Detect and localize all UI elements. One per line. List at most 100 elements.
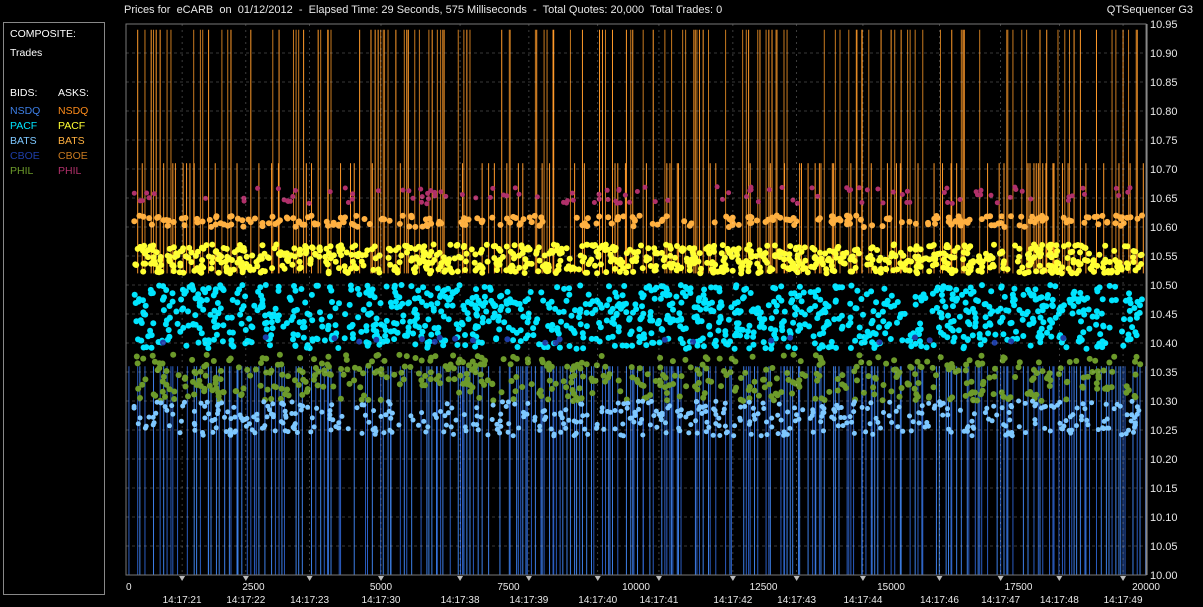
bid-pacf-marker: [939, 292, 945, 298]
ask-bats-marker: [983, 213, 990, 220]
bid-bats-marker: [615, 400, 621, 406]
bid-bats-marker: [327, 416, 333, 422]
bid-pacf-marker: [262, 320, 268, 327]
ask-pacf-marker: [440, 254, 447, 261]
bid-phil-marker: [766, 381, 773, 388]
ask-pacf-marker: [1124, 243, 1131, 250]
bid-pacf-marker: [832, 297, 839, 304]
ask-pacf-marker: [1114, 269, 1121, 276]
ask-pacf-marker: [1130, 259, 1137, 265]
ask-phil-marker: [665, 197, 671, 203]
bid-pacf-marker: [290, 336, 296, 343]
bid-phil-marker: [826, 388, 833, 395]
bid-phil-marker: [1094, 385, 1101, 392]
bid-pacf-marker: [387, 328, 394, 335]
bid-pacf-marker: [838, 325, 845, 332]
ask-pacf-marker: [638, 242, 644, 249]
bid-pacf-marker: [988, 288, 995, 295]
bid-pacf-marker: [780, 335, 787, 342]
ask-bats-marker: [526, 214, 533, 221]
bid-pacf-marker: [434, 285, 441, 292]
bid-bats-marker: [498, 423, 504, 429]
bid-phil-marker: [560, 378, 567, 385]
bid-bats-marker: [618, 408, 624, 414]
ask-pacf-marker: [437, 263, 444, 270]
bid-bats-marker: [1131, 429, 1136, 435]
bid-bats-marker: [1032, 403, 1038, 409]
bid-bats-marker: [463, 428, 469, 434]
bid-phil-marker: [880, 382, 887, 388]
bid-pacf-marker: [137, 317, 144, 324]
bid-bats-marker: [485, 432, 491, 438]
bid-bats-marker: [537, 423, 543, 429]
ask-pacf-marker: [516, 264, 523, 271]
bid-pacf-marker: [160, 283, 167, 290]
ask-pacf-marker: [535, 244, 542, 251]
ask-phil-marker: [634, 189, 640, 194]
time-marker: [1056, 576, 1063, 581]
bid-pacf-marker: [982, 301, 989, 307]
bid-cboe-marker: [331, 335, 338, 342]
ask-pacf-marker: [212, 248, 219, 255]
bid-pacf-marker: [336, 300, 342, 307]
bid-pacf-marker: [875, 312, 882, 319]
bid-phil-marker: [617, 388, 624, 395]
bid-pacf-marker: [868, 288, 875, 295]
ask-pacf-marker: [823, 270, 830, 277]
bid-bats-marker: [448, 424, 454, 430]
bid-bats-marker: [601, 426, 607, 432]
bid-pacf-marker: [1080, 329, 1087, 336]
ask-pacf-marker: [296, 258, 303, 265]
bid-pacf-marker: [566, 291, 573, 298]
bid-pacf-marker: [319, 323, 326, 330]
ask-pacf-marker: [415, 243, 422, 250]
ask-bats-marker: [295, 219, 302, 225]
bid-bats-marker: [1057, 399, 1063, 405]
ask-pacf-marker: [148, 260, 154, 267]
bid-phil-marker: [175, 372, 182, 379]
bid-pacf-marker: [773, 302, 780, 309]
ask-bats-marker: [955, 213, 962, 220]
ask-pacf-marker: [535, 268, 542, 275]
ask-pacf-marker: [579, 243, 586, 250]
bid-bats-marker: [1074, 423, 1079, 429]
ask-bats-marker: [290, 215, 297, 222]
bid-pacf-marker: [536, 341, 543, 348]
bid-pacf-marker: [854, 287, 861, 294]
bid-bats-marker: [200, 430, 205, 435]
ask-pacf-marker: [545, 267, 552, 274]
ask-phil-marker: [342, 185, 348, 191]
bid-pacf-marker: [977, 341, 984, 348]
ask-pacf-marker: [1111, 247, 1118, 254]
ask-pacf-marker: [961, 242, 968, 249]
ask-pacf-marker: [667, 245, 674, 252]
price-chart[interactable]: 10.9510.9010.8510.8010.7510.7010.6510.60…: [0, 0, 1203, 607]
ask-pacf-marker: [297, 251, 304, 258]
bid-pacf-marker: [674, 317, 681, 324]
ask-pacf-marker: [1074, 242, 1081, 248]
bid-phil-marker: [937, 354, 944, 361]
time-label: 14:17:41: [639, 595, 678, 606]
bid-phil-marker: [268, 367, 275, 374]
bid-bats-marker: [916, 410, 922, 416]
bid-bats-marker: [867, 421, 873, 427]
bid-phil-marker: [883, 360, 890, 367]
bid-phil-marker: [589, 390, 596, 397]
bid-bats-marker: [233, 428, 238, 434]
bid-bats-marker: [620, 433, 626, 439]
bid-pacf-marker: [1029, 315, 1036, 322]
bid-phil-marker: [1092, 357, 1099, 364]
time-marker: [525, 576, 532, 581]
ask-phil-marker: [652, 199, 658, 205]
bid-phil-marker: [1102, 385, 1108, 392]
bid-pacf-marker: [570, 327, 577, 334]
bid-pacf-marker: [1099, 338, 1106, 345]
bid-phil-marker: [300, 376, 307, 383]
ask-pacf-marker: [1028, 259, 1035, 266]
bid-bats-marker: [710, 432, 716, 438]
bid-pacf-marker: [593, 335, 600, 342]
bid-phil-marker: [311, 372, 318, 379]
bid-pacf-marker: [613, 293, 620, 300]
ask-pacf-marker: [358, 258, 365, 265]
ask-pacf-marker: [208, 265, 215, 272]
